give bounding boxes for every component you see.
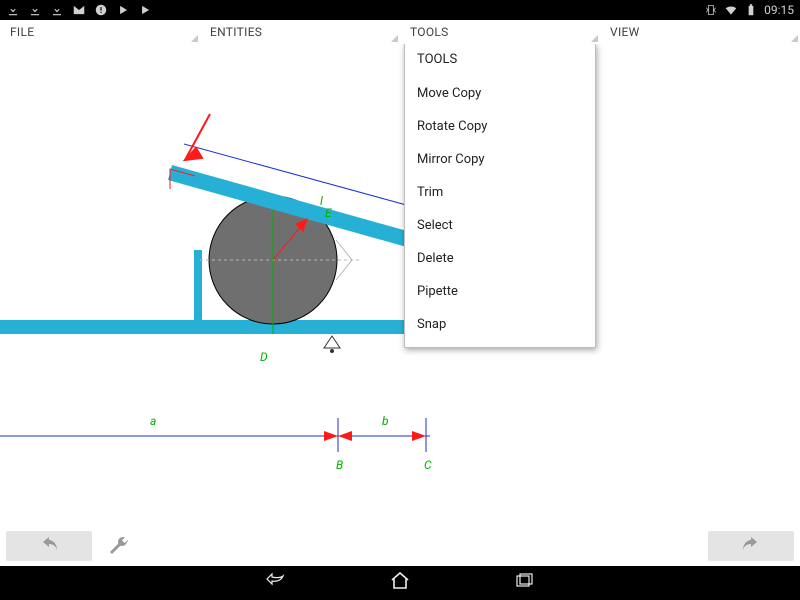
download-icon [50, 3, 64, 17]
download-icon [6, 3, 20, 17]
menu-file[interactable]: FILE [0, 20, 200, 44]
play-icon [138, 3, 152, 17]
dropdown-rotate-copy[interactable]: Rotate Copy [405, 110, 595, 143]
play-icon [116, 3, 130, 17]
mail-icon [72, 3, 86, 17]
undo-button[interactable] [6, 531, 92, 561]
download-icon [28, 3, 42, 17]
status-time: 09:15 [764, 3, 794, 17]
battery-icon [744, 3, 758, 17]
bottom-toolbar [0, 526, 800, 566]
menu-tools[interactable]: TOOLS [400, 20, 600, 44]
redo-button[interactable] [708, 531, 794, 561]
label-C: C [424, 458, 432, 472]
undo-icon [37, 532, 61, 560]
dropdown-pipette[interactable]: Pipette [405, 275, 595, 308]
dropdown-delete[interactable]: Delete [405, 242, 595, 275]
dropdown-trim[interactable]: Trim [405, 176, 595, 209]
vibrate-icon [704, 3, 718, 17]
dropdown-mirror-copy[interactable]: Mirror Copy [405, 143, 595, 176]
label-D: D [260, 350, 268, 364]
wrench-icon[interactable] [106, 535, 130, 563]
menubar: FILE ENTITIES TOOLS VIEW [0, 20, 800, 44]
label-E: E [325, 206, 332, 220]
android-nav-bar [0, 566, 800, 600]
dropdown-select[interactable]: Select [405, 209, 595, 242]
dropdown-header: TOOLS [405, 44, 595, 77]
menu-entities[interactable]: ENTITIES [200, 20, 400, 44]
drawing-canvas[interactable]: l E D a b B C TOOLS Move Copy Rotate Cop… [0, 44, 800, 526]
nav-home-button[interactable] [388, 569, 412, 597]
label-B: B [336, 458, 343, 472]
tools-dropdown: TOOLS Move Copy Rotate Copy Mirror Copy … [404, 44, 596, 348]
menu-view[interactable]: VIEW [600, 20, 800, 44]
redo-icon [739, 532, 763, 560]
dropdown-snap[interactable]: Snap [405, 308, 595, 341]
label-l: l [320, 194, 323, 208]
android-status-bar: 09:15 [0, 0, 800, 20]
dropdown-move-copy[interactable]: Move Copy [405, 77, 595, 110]
alert-icon [94, 3, 108, 17]
label-a: a [150, 414, 156, 428]
label-b: b [382, 414, 389, 428]
nav-recents-button[interactable] [512, 569, 536, 597]
wifi-icon [724, 3, 738, 17]
nav-back-button[interactable] [264, 569, 288, 597]
